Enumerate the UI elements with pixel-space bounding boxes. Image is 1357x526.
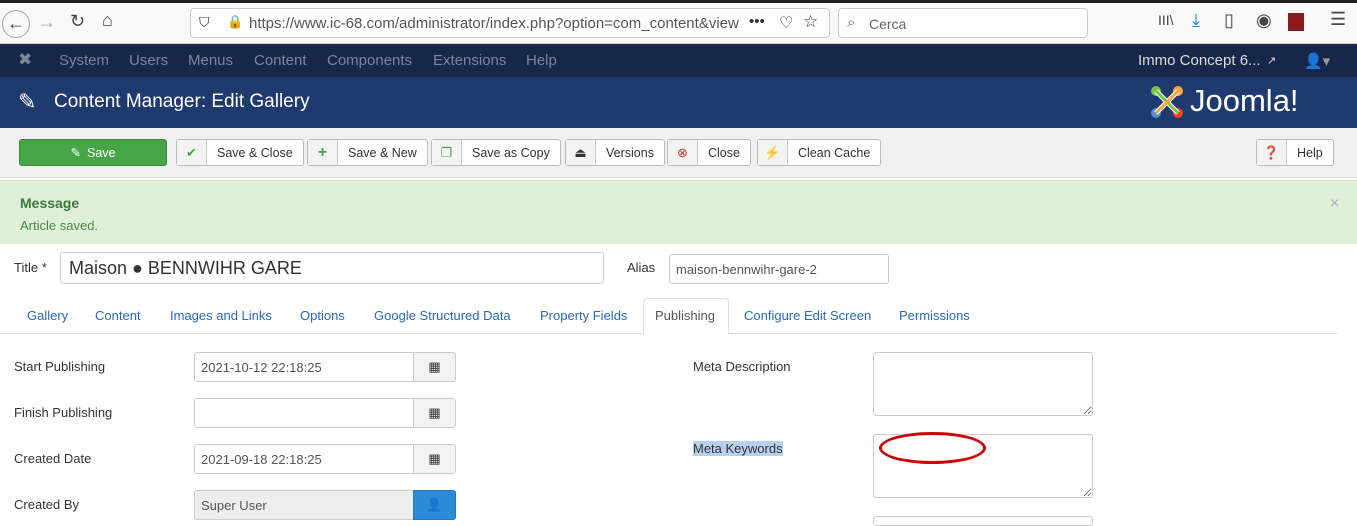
plus-icon: +	[308, 140, 338, 165]
alias-input[interactable]: maison-bennwihr-gare-2	[669, 254, 889, 284]
nav-components[interactable]: Components	[327, 52, 412, 69]
finish-publishing-input[interactable]	[194, 398, 414, 428]
nav-help[interactable]: Help	[526, 52, 557, 69]
help-button[interactable]: ❓ Help	[1256, 139, 1334, 166]
meta-keywords-label: Meta Keywords	[693, 441, 783, 456]
message-close-icon[interactable]: ×	[1330, 195, 1339, 213]
pencil-icon: ✎	[18, 89, 37, 114]
back-icon[interactable]: ←	[2, 10, 30, 38]
save-new-label: Save & New	[348, 145, 417, 160]
tab-google-structured-data[interactable]: Google Structured Data	[374, 308, 511, 323]
nav-extensions[interactable]: Extensions	[433, 52, 506, 69]
close-label: Close	[708, 145, 740, 160]
created-by-input: Super User	[194, 490, 414, 520]
more-icon[interactable]: •••	[749, 13, 765, 30]
download-icon[interactable]: ⤓	[1192, 10, 1200, 31]
finish-publishing-label: Finish Publishing	[14, 405, 113, 420]
nav-menus[interactable]: Menus	[188, 52, 233, 69]
forward-icon[interactable]: →	[38, 12, 56, 33]
tab-property-fields[interactable]: Property Fields	[540, 308, 627, 323]
url-bar[interactable]: ⛉ 🔒 https://www.ic-68.com/administrator/…	[190, 8, 830, 38]
save-button[interactable]: ✎ Save	[19, 139, 167, 166]
nav-content[interactable]: Content	[254, 52, 307, 69]
message-text: Article saved.	[20, 218, 99, 233]
shield-icon: ⛉	[199, 14, 210, 30]
check-icon: ✔	[177, 140, 207, 165]
save-new-button[interactable]: + Save & New	[307, 139, 428, 166]
cancel-icon: ⊗	[668, 140, 698, 165]
save-copy-label: Save as Copy	[472, 145, 550, 160]
copy-icon: ❐	[432, 140, 462, 165]
lock-icon: 🔒	[227, 14, 244, 29]
page-title: Content Manager: Edit Gallery	[54, 91, 310, 112]
search-input[interactable]: ⌕ Cerca	[838, 8, 1088, 38]
url-text[interactable]: https://www.ic-68.com/administrator/inde…	[249, 15, 739, 32]
message-alert: Message Article saved. ×	[0, 180, 1357, 244]
alias-label: Alias	[627, 260, 656, 275]
lightning-icon: ⚡	[758, 140, 788, 165]
edit-icon: ✎	[70, 146, 81, 160]
search-icon: ⌕	[847, 14, 856, 31]
site-link[interactable]: Immo Concept 6...	[1138, 52, 1261, 69]
toolbar: ✎ Save ✔ Save & Close + Save & New ❐ Save as…	[0, 128, 1357, 178]
tab-gallery[interactable]: Gallery	[27, 308, 68, 323]
clean-cache-label: Clean Cache	[798, 145, 871, 160]
tab-publishing[interactable]: Publishing	[655, 308, 715, 323]
versions-button[interactable]: ⏏ Versions	[565, 139, 665, 166]
search-placeholder: Cerca	[869, 16, 907, 32]
meta-description-textarea[interactable]	[873, 352, 1093, 416]
question-icon: ❓	[1257, 140, 1287, 165]
external-link-icon: ↗	[1267, 55, 1277, 67]
user-icon: 👤	[426, 497, 443, 512]
nav-system[interactable]: System	[59, 52, 109, 69]
account-icon[interactable]: ◉	[1256, 10, 1272, 31]
sidebar-icon[interactable]: ▯	[1224, 10, 1234, 31]
meta-description-label: Meta Description	[693, 359, 791, 374]
tab-configure-edit-screen[interactable]: Configure Edit Screen	[744, 308, 871, 323]
archive-icon: ⏏	[566, 140, 596, 165]
save-close-button[interactable]: ✔ Save & Close	[176, 139, 304, 166]
message-heading: Message	[20, 195, 80, 211]
select-user-button[interactable]: 👤	[413, 490, 456, 520]
close-button[interactable]: ⊗ Close	[667, 139, 751, 166]
joomla-logo-icon	[1148, 83, 1186, 121]
created-date-input[interactable]: 2021-09-18 22:18:25	[194, 444, 414, 474]
tab-content[interactable]: Content	[95, 308, 141, 323]
annotation-ellipse	[879, 432, 986, 464]
title-label: Title *	[14, 260, 47, 275]
reload-icon[interactable]: ↻	[70, 11, 85, 32]
pocket-icon[interactable]: ♡	[779, 13, 793, 33]
tab-strip	[0, 0, 1357, 3]
joomla-logo-text: Joomla!	[1190, 83, 1299, 118]
pdf-icon[interactable]	[1288, 13, 1304, 31]
tab-images-links[interactable]: Images and Links	[170, 308, 272, 323]
next-field-input[interactable]	[873, 516, 1093, 526]
joomla-menu-icon[interactable]: ✖	[18, 50, 32, 70]
clean-cache-button[interactable]: ⚡ Clean Cache	[757, 139, 882, 166]
star-icon[interactable]: ☆	[803, 12, 818, 32]
start-publishing-input[interactable]: 2021-10-12 22:18:25	[194, 352, 414, 382]
created-date-label: Created Date	[14, 451, 92, 466]
page-header: ✎ Content Manager: Edit Gallery Joomla!	[0, 77, 1357, 128]
created-by-label: Created By	[14, 497, 80, 512]
nav-users[interactable]: Users	[129, 52, 168, 69]
tab-permissions[interactable]: Permissions	[899, 308, 970, 323]
help-label: Help	[1297, 145, 1323, 160]
calendar-icon[interactable]: ▦	[413, 444, 456, 474]
browser-chrome: ← → ↻ ⌂ ⛉ 🔒 https://www.ic-68.com/admini…	[0, 0, 1357, 44]
admin-navbar: ✖ System Users Menus Content Components …	[0, 44, 1357, 77]
menu-icon[interactable]: ☰	[1330, 9, 1346, 30]
tab-options[interactable]: Options	[300, 308, 345, 323]
start-publishing-label: Start Publishing	[14, 359, 106, 374]
calendar-icon[interactable]: ▦	[413, 352, 456, 382]
versions-label: Versions	[606, 145, 654, 160]
save-close-label: Save & Close	[217, 145, 293, 160]
calendar-icon[interactable]: ▦	[413, 398, 456, 428]
library-icon[interactable]: III\	[1158, 12, 1174, 28]
title-input[interactable]: Maison ● BENNWIHR GARE	[60, 252, 604, 284]
home-icon[interactable]: ⌂	[102, 10, 113, 31]
user-menu-icon[interactable]: 👤▾	[1304, 52, 1330, 70]
save-label: Save	[86, 145, 116, 160]
save-copy-button[interactable]: ❐ Save as Copy	[431, 139, 561, 166]
